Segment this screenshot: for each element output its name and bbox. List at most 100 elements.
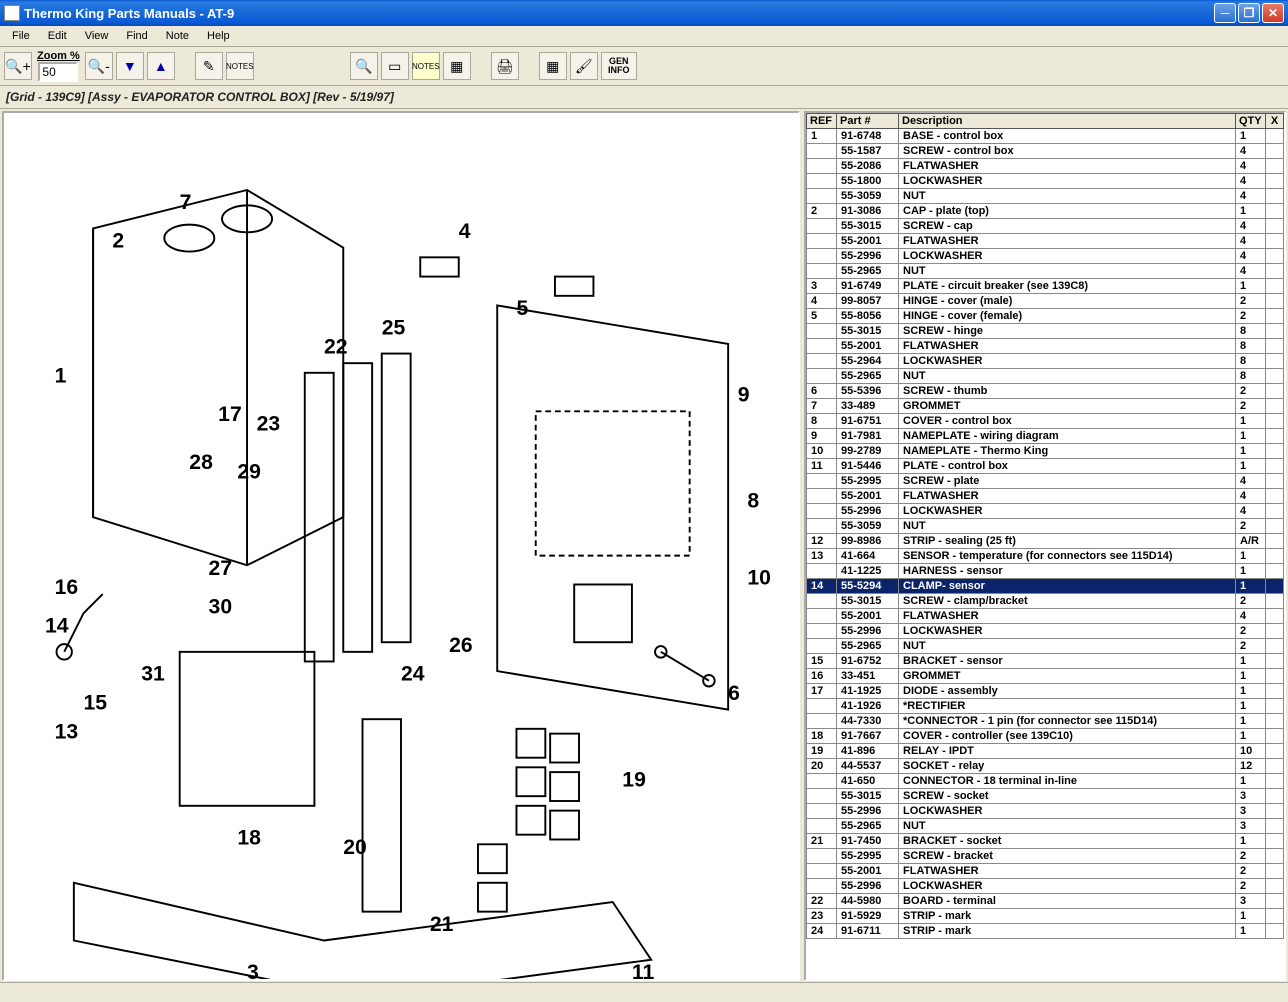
menu-find[interactable]: Find	[118, 28, 155, 44]
table-row[interactable]: 55-2964LOCKWASHER8	[807, 354, 1284, 369]
table-row[interactable]: 41-650CONNECTOR - 18 terminal in-line1	[807, 774, 1284, 789]
callout-20: 20	[343, 836, 367, 859]
menu-edit[interactable]: Edit	[40, 28, 75, 44]
scroll-down-button[interactable]: ▼	[116, 52, 144, 80]
col-desc[interactable]: Description	[899, 114, 1236, 129]
note-pad-button[interactable]: NOTES	[412, 52, 440, 80]
menu-note[interactable]: Note	[158, 28, 197, 44]
table-row[interactable]: 1099-2789NAMEPLATE - Thermo King1	[807, 444, 1284, 459]
table-row[interactable]: 55-2001FLATWASHER2	[807, 864, 1284, 879]
callout-19: 19	[622, 769, 646, 792]
table-row[interactable]: 41-1926*RECTIFIER1	[807, 699, 1284, 714]
table-row[interactable]: 55-3015SCREW - cap4	[807, 219, 1284, 234]
close-button[interactable]: ✕	[1262, 3, 1284, 23]
table-row[interactable]: 499-8057HINGE - cover (male)2	[807, 294, 1284, 309]
menu-bar: File Edit View Find Note Help	[0, 26, 1288, 47]
restore-button[interactable]: ❐	[1238, 3, 1260, 23]
table-row[interactable]: 2244-5980BOARD - terminal3	[807, 894, 1284, 909]
zoom-input[interactable]	[38, 62, 78, 82]
table-row[interactable]: 55-3015SCREW - socket3	[807, 789, 1284, 804]
notes-button[interactable]: NOTES	[226, 52, 254, 80]
table-row[interactable]: 291-3086CAP - plate (top)1	[807, 204, 1284, 219]
table-row[interactable]: 2391-5929STRIP - mark1	[807, 909, 1284, 924]
callout-9: 9	[738, 384, 750, 407]
parts-grid-pane[interactable]: REF Part # Description QTY X 191-6748BAS…	[804, 111, 1286, 981]
table-row[interactable]: 1455-5294CLAMP- sensor1	[807, 579, 1284, 594]
table-row[interactable]: 55-2995SCREW - bracket2	[807, 849, 1284, 864]
table-row[interactable]: 44-7330*CONNECTOR - 1 pin (for connector…	[807, 714, 1284, 729]
col-x[interactable]: X	[1266, 114, 1284, 129]
gen-info-button[interactable]: GEN INFO	[601, 52, 637, 80]
brush-button[interactable]: 🖌	[570, 52, 598, 80]
table-row[interactable]: 55-2965NUT2	[807, 639, 1284, 654]
status-bar	[0, 982, 1288, 1002]
table-row[interactable]: 2191-7450BRACKET - socket1	[807, 834, 1284, 849]
table-row[interactable]: 55-2996LOCKWASHER2	[807, 879, 1284, 894]
col-qty[interactable]: QTY	[1236, 114, 1266, 129]
table-row[interactable]: 733-489GROMMET2	[807, 399, 1284, 414]
callout-2: 2	[112, 230, 124, 253]
table-row[interactable]: 41-1225HARNESS - sensor1	[807, 564, 1284, 579]
scroll-up-button[interactable]: ▲	[147, 52, 175, 80]
print-button[interactable]: 🖨	[491, 52, 519, 80]
table-row[interactable]: 55-3059NUT2	[807, 519, 1284, 534]
table-row[interactable]: 555-8056HINGE - cover (female)2	[807, 309, 1284, 324]
callout-16: 16	[55, 576, 79, 599]
table-row[interactable]: 1741-1925DIODE - assembly1	[807, 684, 1284, 699]
table-row[interactable]: 2044-5537SOCKET - relay12	[807, 759, 1284, 774]
search-button[interactable]: 🔍	[350, 52, 378, 80]
callout-8: 8	[747, 490, 759, 513]
page-button[interactable]: ▭	[381, 52, 409, 80]
table-row[interactable]: 991-7981NAMEPLATE - wiring diagram1	[807, 429, 1284, 444]
table-row[interactable]: 55-2996LOCKWASHER2	[807, 624, 1284, 639]
table-row[interactable]: 55-3015SCREW - hinge8	[807, 324, 1284, 339]
table-row[interactable]: 55-3015SCREW - clamp/bracket2	[807, 594, 1284, 609]
menu-view[interactable]: View	[77, 28, 117, 44]
info-bar: [Grid - 139C9] [Assy - EVAPORATOR CONTRO…	[0, 86, 1288, 109]
table-row[interactable]: 55-1587SCREW - control box4	[807, 144, 1284, 159]
table-row[interactable]: 1941-896RELAY - IPDT10	[807, 744, 1284, 759]
parts-table[interactable]: REF Part # Description QTY X 191-6748BAS…	[806, 113, 1284, 939]
menu-help[interactable]: Help	[199, 28, 238, 44]
table-header-row: REF Part # Description QTY X	[807, 114, 1284, 129]
grid-button[interactable]: ▦	[539, 52, 567, 80]
menu-file[interactable]: File	[4, 28, 38, 44]
callout-10: 10	[747, 566, 771, 589]
table-row[interactable]: 391-6749PLATE - circuit breaker (see 139…	[807, 279, 1284, 294]
table-row[interactable]: 1891-7667COVER - controller (see 139C10)…	[807, 729, 1284, 744]
table-row[interactable]: 55-2965NUT8	[807, 369, 1284, 384]
window-titlebar: Thermo King Parts Manuals - AT-9 ─ ❐ ✕	[0, 0, 1288, 26]
table-button[interactable]: ▦	[443, 52, 471, 80]
table-row[interactable]: 1191-5446PLATE - control box1	[807, 459, 1284, 474]
callout-24: 24	[401, 663, 425, 686]
table-row[interactable]: 1299-8986STRIP - sealing (25 ft)A/R	[807, 534, 1284, 549]
table-row[interactable]: 55-2995SCREW - plate4	[807, 474, 1284, 489]
table-row[interactable]: 1341-664SENSOR - temperature (for connec…	[807, 549, 1284, 564]
minimize-button[interactable]: ─	[1214, 3, 1236, 23]
table-row[interactable]: 55-1800LOCKWASHER4	[807, 174, 1284, 189]
table-row[interactable]: 191-6748BASE - control box1	[807, 129, 1284, 144]
table-row[interactable]: 55-3059NUT4	[807, 189, 1284, 204]
table-row[interactable]: 55-2001FLATWASHER4	[807, 609, 1284, 624]
table-row[interactable]: 1633-451GROMMET1	[807, 669, 1284, 684]
table-row[interactable]: 55-2965NUT4	[807, 264, 1284, 279]
table-row[interactable]: 55-2086FLATWASHER4	[807, 159, 1284, 174]
col-ref[interactable]: REF	[807, 114, 837, 129]
table-row[interactable]: 55-2001FLATWASHER4	[807, 489, 1284, 504]
callout-5: 5	[516, 297, 528, 320]
table-row[interactable]: 1591-6752BRACKET - sensor1	[807, 654, 1284, 669]
table-row[interactable]: 891-6751COVER - control box1	[807, 414, 1284, 429]
table-row[interactable]: 55-2001FLATWASHER4	[807, 234, 1284, 249]
col-part[interactable]: Part #	[837, 114, 899, 129]
zoom-out-button[interactable]: 🔍-	[85, 52, 113, 80]
table-row[interactable]: 655-5396SCREW - thumb2	[807, 384, 1284, 399]
table-row[interactable]: 2491-6711STRIP - mark1	[807, 924, 1284, 939]
zoom-in-button[interactable]: 🔍+	[4, 52, 32, 80]
diagram-pane[interactable]: 1234567891011131415161718192021222324252…	[2, 111, 800, 981]
edit-button[interactable]: ✎	[195, 52, 223, 80]
table-row[interactable]: 55-2001FLATWASHER8	[807, 339, 1284, 354]
table-row[interactable]: 55-2996LOCKWASHER3	[807, 804, 1284, 819]
table-row[interactable]: 55-2996LOCKWASHER4	[807, 504, 1284, 519]
table-row[interactable]: 55-2996LOCKWASHER4	[807, 249, 1284, 264]
table-row[interactable]: 55-2965NUT3	[807, 819, 1284, 834]
